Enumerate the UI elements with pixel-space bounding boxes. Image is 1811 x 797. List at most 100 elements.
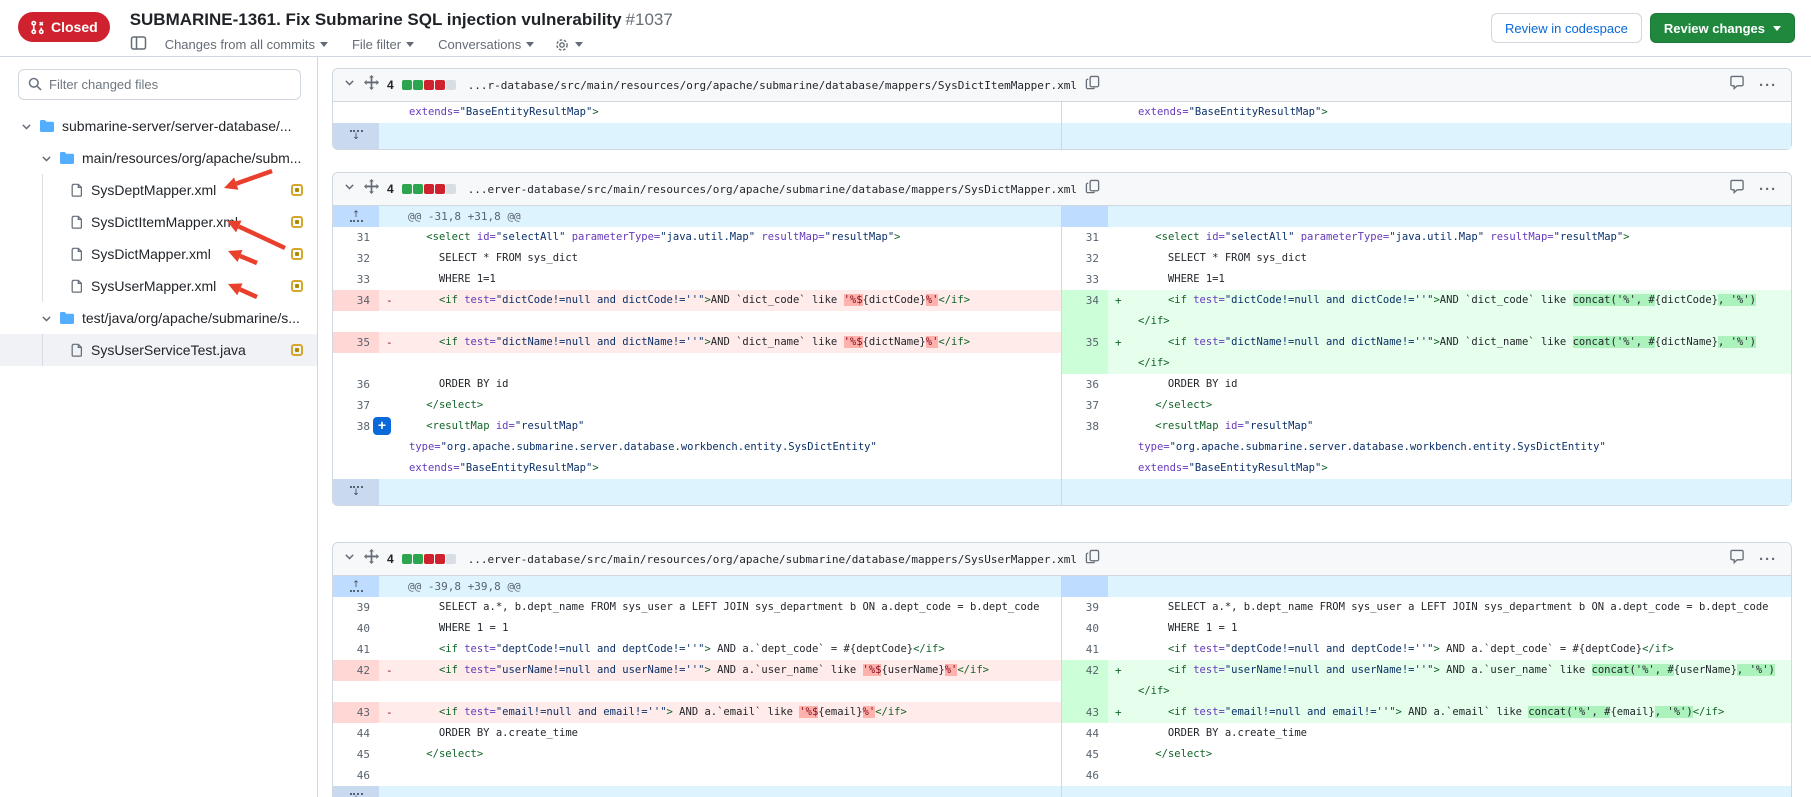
line-number[interactable]: 42	[1062, 660, 1108, 681]
hunk-text: @@ -39,8 +39,8 @@	[379, 576, 1061, 597]
tree-file-item[interactable]: SysDictMapper.xml	[0, 238, 317, 270]
file-filter-input[interactable]	[18, 69, 301, 100]
code-line-row: 32 SELECT * FROM sys_dict	[333, 248, 1061, 269]
line-number[interactable]: 44	[1062, 723, 1108, 744]
line-number[interactable]: 33	[1062, 269, 1108, 290]
line-number[interactable]: 40	[1062, 618, 1108, 639]
conversations-dropdown[interactable]: Conversations	[438, 37, 534, 52]
add-comment-button[interactable]: +	[373, 417, 391, 435]
line-number[interactable]: 39	[1062, 597, 1108, 618]
modified-status-icon	[291, 184, 303, 196]
diff-panels-container: 4...r-database/src/main/resources/org/ap…	[318, 57, 1811, 797]
line-number[interactable]	[333, 458, 379, 479]
drag-handle-icon[interactable]	[364, 75, 379, 95]
line-number[interactable]	[1062, 681, 1108, 702]
line-number[interactable]: 34	[333, 290, 379, 311]
file-path: ...r-database/src/main/resources/org/apa…	[468, 79, 1077, 92]
line-number[interactable]: 40	[333, 618, 379, 639]
line-number[interactable]: 42	[333, 660, 379, 681]
expand-up-button[interactable]: ↑	[333, 206, 379, 227]
line-number[interactable]	[333, 102, 379, 123]
code-line: SELECT a.*, b.dept_name FROM sys_user a …	[401, 597, 1061, 618]
expand-down-button[interactable]: ↓	[333, 786, 379, 797]
diff-marker	[1108, 723, 1130, 744]
tree-file-item[interactable]: SysDictItemMapper.xml	[0, 206, 317, 238]
line-number[interactable]	[1062, 353, 1108, 374]
line-number[interactable]: 35	[333, 332, 379, 353]
line-number[interactable]: 43	[333, 702, 379, 723]
comment-icon[interactable]	[1729, 75, 1745, 95]
comment-icon[interactable]	[1729, 179, 1745, 199]
expand-down-button[interactable]: ↓	[333, 479, 379, 505]
line-number[interactable]	[333, 311, 379, 332]
file-path: ...erver-database/src/main/resources/org…	[468, 183, 1077, 196]
diff-settings-gear[interactable]	[554, 37, 583, 53]
review-changes-button[interactable]: Review changes	[1650, 13, 1795, 43]
kebab-menu-icon[interactable]: ···	[1759, 551, 1777, 568]
line-number[interactable]: 46	[333, 765, 379, 786]
line-number[interactable]: 43	[1062, 702, 1108, 723]
line-number[interactable]: 46	[1062, 765, 1108, 786]
code-line: WHERE 1 = 1	[401, 618, 1061, 639]
line-number[interactable]	[1062, 458, 1108, 479]
diff-marker	[1108, 374, 1130, 395]
line-number[interactable]	[1062, 102, 1108, 123]
line-number[interactable]: 31	[1062, 227, 1108, 248]
line-number[interactable]	[333, 437, 379, 458]
line-number[interactable]: 36	[333, 374, 379, 395]
line-number[interactable]: 39	[333, 597, 379, 618]
review-in-codespace-button[interactable]: Review in codespace	[1491, 13, 1642, 43]
code-line-row: 31 <select id="selectAll" parameterType=…	[333, 227, 1061, 248]
line-number[interactable]: 32	[1062, 248, 1108, 269]
copy-icon[interactable]	[1085, 549, 1100, 569]
line-number[interactable]: 32	[333, 248, 379, 269]
comment-icon[interactable]	[1729, 549, 1745, 569]
expand-up-button[interactable]: ↑	[333, 576, 379, 597]
file-filter-dropdown[interactable]: File filter	[352, 37, 414, 52]
line-number[interactable]: 36	[1062, 374, 1108, 395]
tree-file-item[interactable]: SysUserServiceTest.java	[0, 334, 317, 366]
tree-file-item[interactable]: SysDeptMapper.xml	[0, 174, 317, 206]
kebab-menu-icon[interactable]: ···	[1759, 77, 1777, 94]
line-number[interactable]	[333, 681, 379, 702]
changes-from-dropdown[interactable]: Changes from all commits	[165, 37, 328, 52]
line-number[interactable]: 31	[333, 227, 379, 248]
line-number[interactable]	[1062, 311, 1108, 332]
line-number[interactable]: 41	[1062, 639, 1108, 660]
tree-folder-item[interactable]: main/resources/org/apache/subm...	[0, 142, 317, 174]
code-line-row: 46	[333, 765, 1061, 786]
line-number[interactable]	[333, 353, 379, 374]
code-line	[401, 765, 1061, 786]
drag-handle-icon[interactable]	[364, 549, 379, 569]
diff-marker: +	[1108, 332, 1130, 353]
line-number[interactable]: 38	[1062, 416, 1108, 437]
copy-icon[interactable]	[1085, 179, 1100, 199]
line-number[interactable]: 35	[1062, 332, 1108, 353]
line-number[interactable]: 41	[333, 639, 379, 660]
tree-folder-item[interactable]: test/java/org/apache/submarine/s...	[0, 302, 317, 334]
tree-file-item[interactable]: SysUserMapper.xml	[0, 270, 317, 302]
collapse-chevron-icon[interactable]	[343, 180, 356, 198]
collapse-chevron-icon[interactable]	[343, 76, 356, 94]
diff-row: 32 SELECT * FROM sys_dict32 SELECT * FRO…	[333, 248, 1791, 269]
expand-down-button[interactable]: ↓	[333, 123, 379, 149]
sidebar-toggle-icon[interactable]	[130, 35, 147, 54]
line-number[interactable]: 44	[333, 723, 379, 744]
diff-row: 34- <if test="dictCode!=null and dictCod…	[333, 290, 1791, 332]
tree-folder-item[interactable]: submarine-server/server-database/...	[0, 110, 317, 142]
file-icon	[70, 342, 84, 358]
line-number[interactable]: 45	[1062, 744, 1108, 765]
collapse-chevron-icon[interactable]	[343, 550, 356, 568]
kebab-menu-icon[interactable]: ···	[1759, 181, 1777, 198]
copy-icon[interactable]	[1085, 75, 1100, 95]
line-number[interactable]: 37	[1062, 395, 1108, 416]
code-line-row: 37 </select>	[1062, 395, 1791, 416]
line-number[interactable]: 37	[333, 395, 379, 416]
drag-handle-icon[interactable]	[364, 179, 379, 199]
line-number[interactable]: 33	[333, 269, 379, 290]
code-line: WHERE 1 = 1	[1130, 618, 1791, 639]
diff-marker	[379, 374, 401, 395]
line-number[interactable]: 45	[333, 744, 379, 765]
line-number[interactable]	[1062, 437, 1108, 458]
line-number[interactable]: 34	[1062, 290, 1108, 311]
